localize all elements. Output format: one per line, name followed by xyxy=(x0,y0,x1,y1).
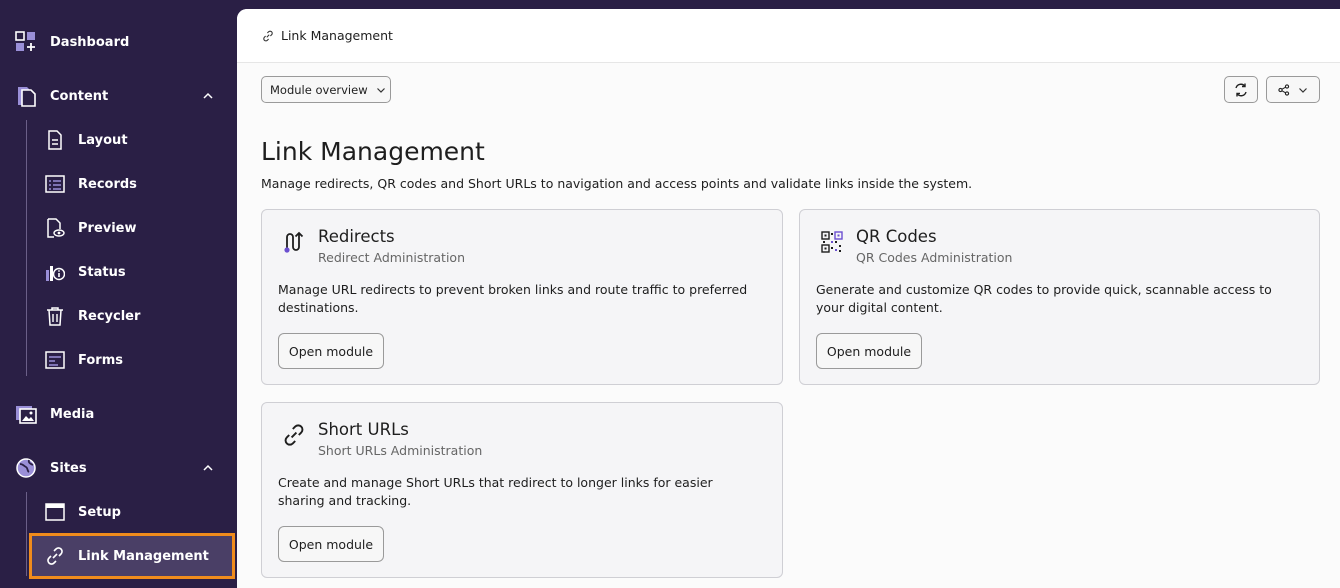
chevron-down-icon xyxy=(376,87,385,93)
module-card-qr-codes: QR Codes QR Codes Administration Generat… xyxy=(799,209,1320,385)
card-title: QR Codes xyxy=(856,227,937,246)
share-dropdown-button[interactable] xyxy=(1266,76,1320,103)
list-icon xyxy=(44,173,66,195)
sidebar-item-label: Status xyxy=(78,264,126,280)
page-icon xyxy=(44,129,66,151)
link-icon xyxy=(44,545,66,567)
sidebar-item-label: Forms xyxy=(78,352,123,368)
breadcrumb-label: Link Management xyxy=(281,28,393,43)
redirect-icon xyxy=(280,228,308,256)
chevron-up-icon[interactable] xyxy=(201,461,215,475)
open-module-button[interactable]: Open module xyxy=(278,526,384,562)
trash-icon xyxy=(44,305,66,327)
share-icon xyxy=(1278,83,1290,96)
module-select[interactable]: Module overview xyxy=(261,76,391,103)
card-description: Create and manage Short URLs that redire… xyxy=(278,475,713,508)
sidebar-item-records[interactable]: Records xyxy=(32,164,232,204)
card-subtitle: QR Codes Administration xyxy=(856,250,1013,265)
sidebar-item-content[interactable]: Content xyxy=(0,76,237,116)
globe-icon xyxy=(14,456,38,480)
sidebar-item-forms[interactable]: Forms xyxy=(32,340,232,380)
sidebar-item-status[interactable]: Status xyxy=(32,252,232,292)
sidebar-item-dashboard[interactable]: Dashboard xyxy=(0,22,237,62)
document-stack-icon xyxy=(14,84,38,108)
open-module-button[interactable]: Open module xyxy=(816,333,922,369)
sidebar-item-sites[interactable]: Sites xyxy=(0,448,237,488)
sidebar-item-recycler[interactable]: Recycler xyxy=(32,296,232,336)
card-description: Generate and customize QR codes to provi… xyxy=(816,282,1272,315)
card-title: Redirects xyxy=(318,227,395,246)
reload-button[interactable] xyxy=(1224,76,1258,103)
module-card-redirects: Redirects Redirect Administration Manage… xyxy=(261,209,783,385)
sidebar: Dashboard Content Layout Records Preview… xyxy=(0,0,237,588)
status-info-icon xyxy=(44,261,66,283)
module-card-short-urls: Short URLs Short URLs Administration Cre… xyxy=(261,402,783,578)
sidebar-item-preview[interactable]: Preview xyxy=(32,208,232,248)
sidebar-item-label: Preview xyxy=(78,220,137,236)
sidebar-item-label: Layout xyxy=(78,132,128,148)
sidebar-item-label: Recycler xyxy=(78,308,141,324)
sidebar-item-link-management[interactable]: Link Management xyxy=(29,533,235,579)
sidebar-item-label: Content xyxy=(50,88,109,104)
sidebar-item-setup[interactable]: Setup xyxy=(32,492,232,532)
card-subtitle: Redirect Administration xyxy=(318,250,465,265)
module-select-value: Module overview xyxy=(270,82,368,97)
card-subtitle: Short URLs Administration xyxy=(318,443,483,458)
open-module-button[interactable]: Open module xyxy=(278,333,384,369)
sidebar-item-layout[interactable]: Layout xyxy=(32,120,232,160)
link-icon xyxy=(280,421,308,449)
card-description: Manage URL redirects to prevent broken l… xyxy=(278,282,748,315)
page-description: Manage redirects, QR codes and Short URL… xyxy=(261,176,973,191)
refresh-icon xyxy=(1235,83,1247,96)
preview-eye-icon xyxy=(44,217,66,239)
chevron-down-icon xyxy=(1299,87,1307,93)
sidebar-item-label: Records xyxy=(78,176,137,192)
link-icon xyxy=(263,30,273,41)
sidebar-item-label: Setup xyxy=(78,504,121,520)
sidebar-item-label: Link Management xyxy=(78,548,209,564)
qr-code-icon xyxy=(818,228,846,256)
chevron-up-icon[interactable] xyxy=(201,89,215,103)
main-panel: Link Management Module overview Link Man… xyxy=(237,9,1340,588)
tree-line xyxy=(26,120,27,376)
form-icon xyxy=(44,349,66,371)
image-icon xyxy=(14,402,38,426)
sidebar-item-label: Sites xyxy=(50,460,87,476)
window-icon xyxy=(44,501,66,523)
breadcrumb: Link Management xyxy=(237,9,1340,63)
dashboard-icon xyxy=(14,30,38,54)
page-title: Link Management xyxy=(261,137,485,166)
sidebar-item-label: Dashboard xyxy=(50,34,130,50)
tree-line xyxy=(26,492,27,576)
card-title: Short URLs xyxy=(318,420,409,439)
sidebar-item-label: Media xyxy=(50,406,95,422)
sidebar-item-media[interactable]: Media xyxy=(0,394,237,434)
